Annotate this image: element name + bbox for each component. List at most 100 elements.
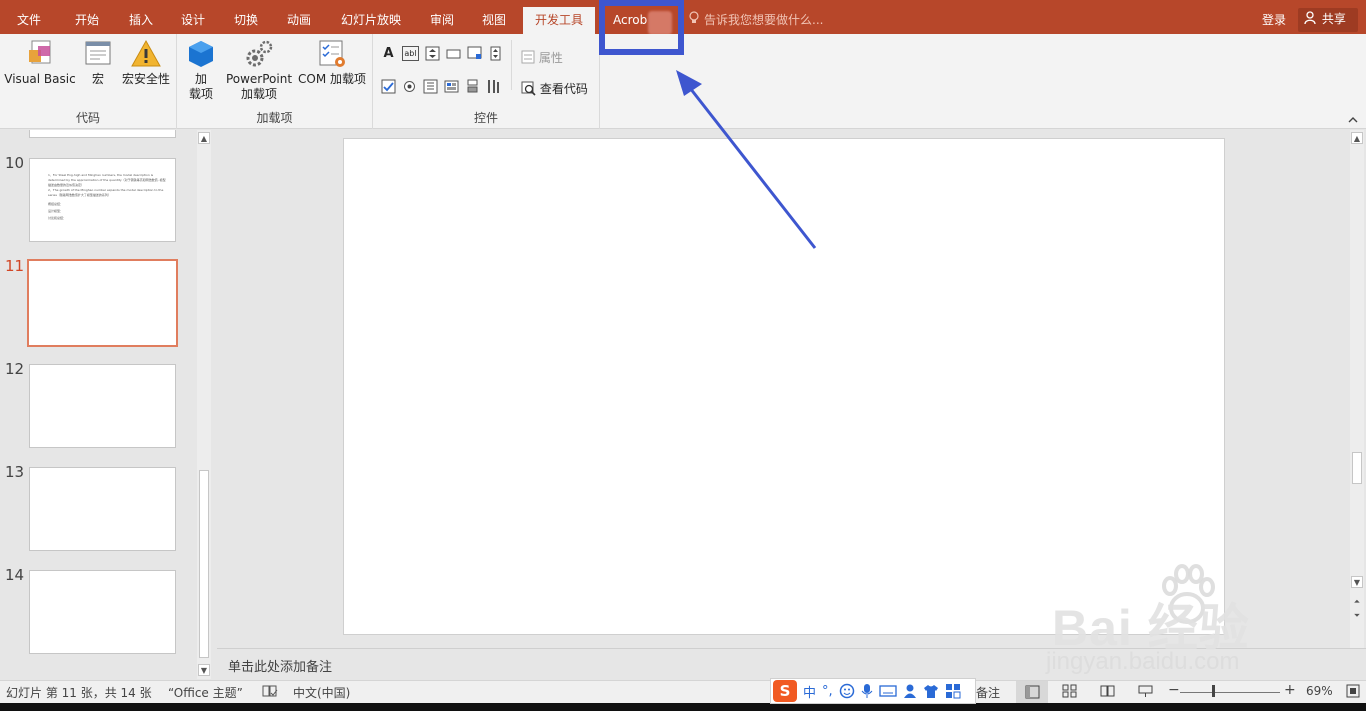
slide-thumbnail-14[interactable] — [29, 570, 176, 654]
textbox-control-icon[interactable]: abl — [402, 46, 419, 61]
tab-transitions[interactable]: 切换 — [222, 0, 270, 34]
status-bar: 幻灯片 第 11 张，共 14 张 “Office 主题” 中文(中国) 备注 … — [0, 680, 1366, 703]
notes-toggle[interactable]: 备注 — [976, 684, 1000, 701]
theme-status: “Office 主题” — [168, 686, 243, 700]
frame-control-icon[interactable] — [423, 79, 438, 94]
ime-language-toggle[interactable]: 中 — [803, 682, 816, 701]
addins-button[interactable]: 加 载项 — [181, 38, 221, 102]
thumbnails-scrollbar[interactable]: ▲ ▼ — [197, 130, 211, 679]
tab-slideshow[interactable]: 幻灯片放映 — [329, 0, 413, 34]
slide-thumbnail-10[interactable]: 1、For Steel Eng-high and Minghao numbers… — [29, 158, 176, 242]
view-code-icon — [521, 81, 536, 96]
tab-view[interactable]: 视图 — [470, 0, 518, 34]
powerpoint-addins-label-2: 加载项 — [240, 87, 277, 101]
slide-thumbnail-12[interactable] — [29, 364, 176, 448]
editor-scroll-thumb[interactable] — [1352, 452, 1362, 484]
notes-pane[interactable]: 单击此处添加备注 — [217, 648, 1366, 680]
addins-group: 加 载项 PowerPoint 加载项 COM 加载项 加载项 — [177, 34, 373, 129]
toggle-button-icon[interactable] — [465, 79, 480, 94]
more-controls-icon[interactable] — [486, 79, 501, 94]
tab-design[interactable]: 设计 — [169, 0, 217, 34]
zoom-in-icon[interactable]: + — [1284, 682, 1296, 698]
collapse-ribbon-icon[interactable] — [1348, 115, 1358, 126]
skin-shirt-icon[interactable] — [923, 683, 939, 699]
editor-scrollbar[interactable]: ▲ ▼ ⏶ ⏷ — [1350, 130, 1364, 648]
ime-punctuation-toggle[interactable]: °, — [822, 684, 833, 699]
slide-thumbnail-11[interactable] — [27, 259, 178, 347]
sogou-logo-icon[interactable]: S — [773, 680, 797, 702]
slideshow-view-icon[interactable] — [1138, 684, 1153, 701]
macro-security-button[interactable]: 宏安全性 — [119, 38, 173, 87]
spellcheck-icon[interactable] — [262, 684, 278, 701]
tab-animations[interactable]: 动画 — [275, 0, 323, 34]
language-status[interactable]: 中文(中国) — [293, 684, 350, 701]
tab-file[interactable]: 文件 — [5, 0, 53, 34]
view-code-label: 查看代码 — [539, 82, 588, 96]
tell-me-text: 告诉我您想要做什么... — [704, 13, 824, 27]
tab-review[interactable]: 审阅 — [418, 0, 466, 34]
properties-label: 属性 — [538, 51, 563, 65]
user-icon[interactable] — [903, 683, 917, 699]
tab-home[interactable]: 开始 — [63, 0, 111, 34]
slide-number-13: 13 — [5, 463, 25, 481]
normal-view-icon[interactable] — [1016, 681, 1048, 703]
thumbnail-line: 1、For Steel Eng-high and Minghao numbers… — [48, 173, 166, 187]
com-addins-label: COM 加载项 — [298, 72, 366, 86]
slide-editor — [217, 130, 1349, 648]
macro-label: 宏 — [91, 72, 104, 86]
controls-divider — [511, 40, 512, 90]
addins-group-label: 加载项 — [256, 111, 293, 125]
slide-sorter-icon[interactable] — [1062, 684, 1077, 701]
ribbon: Visual Basic 宏 宏安全性 代码 加 载项 PowerPoint 加… — [0, 34, 1366, 129]
ribbon-tab-bar: 文件 开始 插入 设计 切换 动画 幻灯片放映 审阅 视图 开发工具 Acrob… — [0, 0, 1366, 35]
image-control-icon[interactable] — [467, 46, 482, 61]
emoji-icon[interactable] — [839, 683, 855, 699]
zoom-out-icon[interactable]: − — [1168, 682, 1180, 698]
thumbnails-scroll-thumb[interactable] — [199, 470, 209, 658]
checkbox-control-icon[interactable] — [381, 79, 396, 94]
spin-button-icon[interactable] — [425, 46, 440, 61]
ime-toolbar[interactable]: S 中 °, — [770, 678, 976, 704]
slide-number-12: 12 — [5, 360, 25, 378]
editor-scroll-up-icon[interactable]: ▲ — [1351, 132, 1363, 144]
scroll-down-icon[interactable]: ▼ — [198, 664, 210, 676]
toolbox-grid-icon[interactable] — [945, 683, 961, 699]
next-slide-icon[interactable]: ⏷ — [1351, 610, 1363, 622]
properties-button[interactable]: 属性 — [521, 49, 563, 66]
fit-slide-icon[interactable] — [1346, 684, 1360, 701]
powerpoint-addins-button[interactable]: PowerPoint 加载项 — [223, 38, 295, 102]
slide-number-10: 10 — [5, 154, 25, 172]
option-button-icon[interactable] — [402, 79, 417, 94]
current-slide[interactable] — [343, 138, 1225, 635]
thumbnail-text: 1、For Steel Eng-high and Minghao numbers… — [48, 173, 166, 221]
visual-basic-button[interactable]: Visual Basic — [4, 38, 76, 87]
view-code-button[interactable]: 查看代码 — [521, 80, 588, 97]
macro-button[interactable]: 宏 — [80, 38, 116, 87]
tell-me-search[interactable]: 告诉我您想要做什么... — [688, 0, 823, 34]
gears-icon — [246, 40, 273, 67]
scrollbar-control-icon[interactable] — [488, 46, 503, 61]
command-button-icon[interactable] — [446, 46, 461, 61]
powerpoint-addins-label-1: PowerPoint — [225, 72, 293, 86]
editor-scroll-down-icon[interactable]: ▼ — [1351, 576, 1363, 588]
slide-number-14: 14 — [5, 566, 25, 584]
microphone-icon[interactable] — [861, 683, 873, 699]
com-addins-button[interactable]: COM 加载项 — [295, 38, 369, 87]
zoom-level[interactable]: 69% — [1306, 684, 1333, 698]
notes-placeholder: 单击此处添加备注 — [228, 660, 333, 675]
slide-thumbnail-9[interactable] — [29, 130, 176, 138]
visual-basic-label: Visual Basic — [4, 72, 76, 86]
keyboard-icon[interactable] — [879, 684, 897, 698]
slide-thumbnail-13[interactable] — [29, 467, 176, 551]
share-button[interactable]: 共享 — [1298, 8, 1358, 32]
reading-view-icon[interactable] — [1100, 684, 1115, 701]
listbox-control-icon[interactable] — [444, 79, 459, 94]
tab-developer[interactable]: 开发工具 — [523, 7, 596, 34]
label-control-icon[interactable]: A — [381, 46, 396, 61]
tab-insert[interactable]: 插入 — [117, 0, 165, 34]
previous-slide-icon[interactable]: ⏶ — [1351, 596, 1363, 608]
scroll-up-icon[interactable]: ▲ — [198, 132, 210, 144]
share-label: 共享 — [1321, 12, 1346, 26]
zoom-slider[interactable] — [1180, 692, 1280, 693]
zoom-slider-knob[interactable] — [1212, 685, 1215, 697]
